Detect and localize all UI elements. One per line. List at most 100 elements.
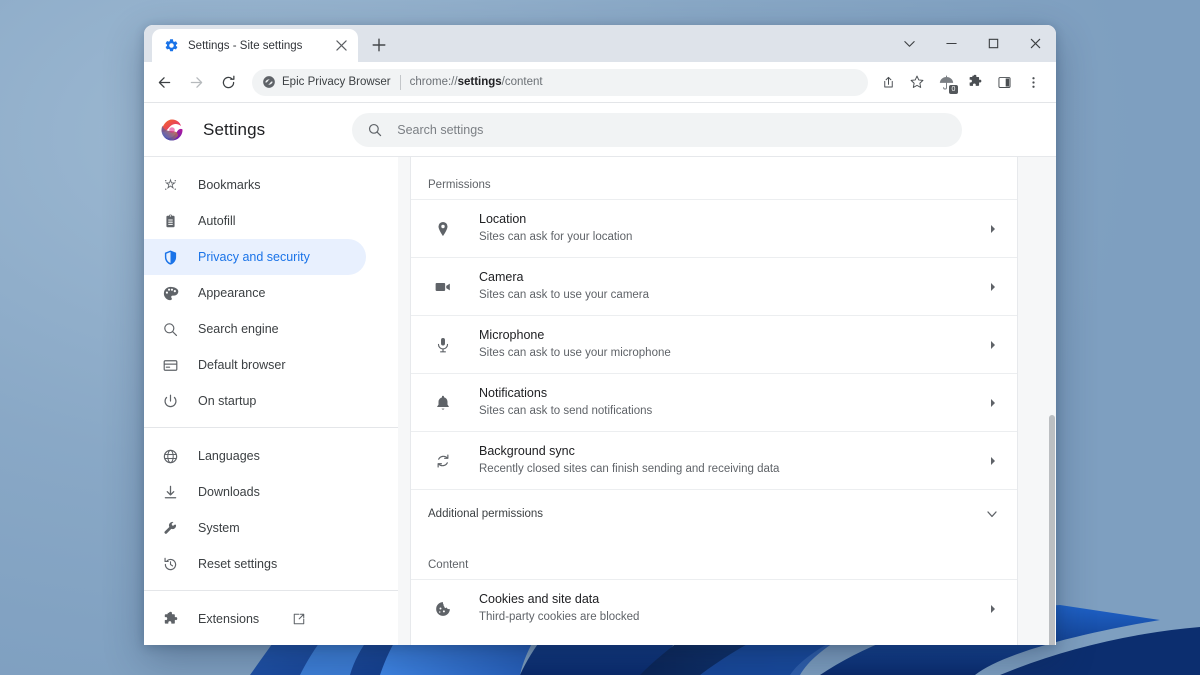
sidebar-item-downloads[interactable]: Downloads — [144, 474, 366, 510]
minimize-button[interactable] — [930, 25, 972, 62]
permissions-heading: Permissions — [411, 157, 1017, 199]
sidebar-group-1: Bookmarks Autofill Privacy and security — [144, 167, 398, 427]
tab-search-button[interactable] — [888, 25, 930, 62]
side-panel-icon[interactable] — [990, 68, 1018, 96]
sidebar-item-privacy-and-security[interactable]: Privacy and security — [144, 239, 366, 275]
back-arrow-icon — [156, 74, 173, 91]
permission-row-camera[interactable]: Camera Sites can ask to use your camera — [411, 257, 1017, 315]
three-dot-menu-icon[interactable] — [1019, 68, 1047, 96]
chevron-right-icon[interactable] — [987, 339, 999, 351]
sync-icon — [433, 451, 453, 471]
wrench-icon — [161, 519, 179, 537]
sidebar-item-about-epic-privacy-browser[interactable]: About Epic Privacy Browser — [144, 637, 366, 645]
url-path: /content — [502, 76, 543, 88]
sidebar-item-label: Search engine — [198, 322, 279, 336]
chevron-down-icon[interactable] — [985, 507, 999, 521]
scrollbar-thumb[interactable] — [1049, 415, 1055, 645]
page-title: Settings — [203, 120, 265, 140]
permission-title: Microphone — [479, 327, 974, 344]
chevron-right-icon[interactable] — [987, 455, 999, 467]
permission-subtitle: Third-party cookies are blocked — [479, 609, 974, 626]
content-heading: Content — [411, 537, 1017, 579]
history-restore-icon — [161, 555, 179, 573]
settings-content-area: Permissions Location Sites can ask for y… — [398, 157, 1056, 645]
sidebar-item-label: Reset settings — [198, 557, 277, 571]
permission-row-microphone[interactable]: Microphone Sites can ask to use your mic… — [411, 315, 1017, 373]
permission-title: Location — [479, 211, 974, 228]
side-panel-glyph-icon — [997, 75, 1012, 90]
star-glyph-icon — [909, 74, 925, 90]
chevron-right-icon[interactable] — [987, 603, 999, 615]
new-tab-button[interactable] — [365, 31, 393, 59]
epic-umbrella-icon[interactable]: 0 — [932, 68, 960, 96]
tab-settings-site-settings[interactable]: Settings - Site settings — [152, 29, 358, 62]
permission-subtitle: Sites can ask to use your camera — [479, 287, 974, 304]
window-controls — [888, 25, 1056, 62]
maximize-icon — [987, 37, 1000, 50]
address-bar[interactable]: Epic Privacy Browser chrome://settings/c… — [252, 69, 868, 96]
sidebar-item-autofill[interactable]: Autofill — [144, 203, 366, 239]
epic-logo-icon — [262, 75, 276, 89]
site-settings-card: Permissions Location Sites can ask for y… — [410, 157, 1018, 645]
url-prefix: chrome:// — [410, 76, 458, 88]
permission-subtitle: Recently closed sites can finish sending… — [479, 461, 974, 478]
cookie-icon — [433, 599, 453, 619]
sidebar-item-reset-settings[interactable]: Reset settings — [144, 546, 366, 582]
sidebar-item-label: Downloads — [198, 485, 260, 499]
download-icon — [161, 483, 179, 501]
chevron-right-icon[interactable] — [987, 397, 999, 409]
content-scrollbar[interactable] — [1047, 157, 1056, 645]
additional-permissions-row[interactable]: Additional permissions — [411, 489, 1017, 537]
palette-icon — [161, 284, 179, 302]
permission-row-location[interactable]: Location Sites can ask for your location — [411, 199, 1017, 257]
permission-title: Background sync — [479, 443, 974, 460]
bell-icon — [433, 393, 453, 413]
sidebar-item-on-startup[interactable]: On startup — [144, 383, 366, 419]
browser-window: Settings - Site settings — [144, 25, 1056, 645]
share-icon[interactable] — [874, 68, 902, 96]
sidebar-item-label: System — [198, 521, 240, 535]
chevron-right-icon[interactable] — [987, 281, 999, 293]
permission-title: Camera — [479, 269, 974, 286]
back-button[interactable] — [149, 67, 180, 98]
reload-button[interactable] — [213, 67, 244, 98]
sidebar-item-label: Appearance — [198, 286, 265, 300]
permission-subtitle: Sites can ask for your location — [479, 229, 974, 246]
sidebar-item-search-engine[interactable]: Search engine — [144, 311, 366, 347]
maximize-button[interactable] — [972, 25, 1014, 62]
search-icon — [161, 320, 179, 338]
gear-icon — [164, 38, 179, 53]
sidebar-item-default-browser[interactable]: Default browser — [144, 347, 366, 383]
chevron-right-icon[interactable] — [987, 223, 999, 235]
window-close-button[interactable] — [1014, 25, 1056, 62]
bookmark-star-icon[interactable] — [903, 68, 931, 96]
forward-arrow-icon — [188, 74, 205, 91]
permission-row-background-sync[interactable]: Background sync Recently closed sites ca… — [411, 431, 1017, 489]
permission-text: Cookies and site data Third-party cookie… — [479, 591, 974, 626]
browser-toolbar: Epic Privacy Browser chrome://settings/c… — [144, 62, 1056, 103]
tab-strip: Settings - Site settings — [144, 25, 1056, 62]
omnibox-brand-label: Epic Privacy Browser — [282, 76, 391, 88]
external-link-icon[interactable] — [292, 612, 306, 626]
settings-sidebar: Bookmarks Autofill Privacy and security — [144, 157, 398, 645]
sidebar-item-languages[interactable]: Languages — [144, 438, 366, 474]
browser-window-icon — [161, 356, 179, 374]
epic-logo — [160, 118, 184, 142]
search-settings-box[interactable] — [352, 113, 962, 147]
sidebar-item-label: Extensions — [198, 612, 259, 626]
permission-row-notifications[interactable]: Notifications Sites can ask to send noti… — [411, 373, 1017, 431]
sidebar-item-extensions[interactable]: Extensions — [144, 601, 366, 637]
content-row-cookies-and-site-data[interactable]: Cookies and site data Third-party cookie… — [411, 579, 1017, 637]
permission-text: Camera Sites can ask to use your camera — [479, 269, 974, 304]
permission-title: Cookies and site data — [479, 591, 974, 608]
sidebar-item-system[interactable]: System — [144, 510, 366, 546]
search-input[interactable] — [397, 113, 947, 147]
settings-header: Settings — [144, 103, 1056, 156]
extensions-puzzle-icon[interactable] — [961, 68, 989, 96]
forward-button[interactable] — [181, 67, 212, 98]
puzzle-glyph-icon — [967, 74, 983, 90]
sidebar-item-label: Default browser — [198, 358, 286, 372]
sidebar-item-bookmarks[interactable]: Bookmarks — [144, 167, 366, 203]
tab-close-button[interactable] — [333, 37, 350, 54]
sidebar-item-appearance[interactable]: Appearance — [144, 275, 366, 311]
